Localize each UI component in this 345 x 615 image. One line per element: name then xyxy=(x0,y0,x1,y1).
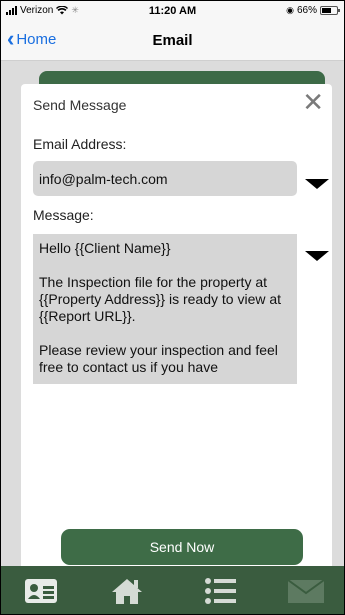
message-line: Please review your inspection and feel f… xyxy=(39,342,278,375)
battery-group: ◉ 66% xyxy=(286,5,340,16)
email-dropdown-arrow-icon[interactable] xyxy=(305,179,329,189)
location-icon: ◉ xyxy=(286,5,294,15)
bottom-tab-bar xyxy=(1,566,344,614)
nav-bar: ‹ Home Email xyxy=(1,21,344,61)
battery-icon xyxy=(320,6,340,15)
message-textarea[interactable]: Hello {{Client Name}} The Inspection fil… xyxy=(33,234,297,384)
dialog-title: Send Message xyxy=(33,97,127,113)
tab-contacts[interactable] xyxy=(21,574,61,608)
list-icon xyxy=(205,578,236,604)
send-now-button[interactable]: Send Now xyxy=(61,529,303,565)
close-icon[interactable]: ✕ xyxy=(302,89,324,115)
tab-home[interactable] xyxy=(107,574,147,608)
app-screen: Verizon ✳ 11:20 AM ◉ 66% ‹ Home Email Se… xyxy=(0,0,345,615)
message-template-dropdown-arrow-icon[interactable] xyxy=(305,251,329,261)
email-address-field[interactable]: info@palm-tech.com xyxy=(33,161,297,196)
battery-percent: 66% xyxy=(296,5,317,16)
mail-icon xyxy=(287,579,325,603)
status-bar: Verizon ✳ 11:20 AM ◉ 66% xyxy=(1,1,344,21)
message-line: The Inspection file for the property at … xyxy=(39,274,282,324)
home-icon xyxy=(112,579,142,604)
tab-list[interactable] xyxy=(201,574,241,608)
tab-mail[interactable] xyxy=(286,574,326,608)
page-title: Email xyxy=(152,32,193,49)
contact-card-icon xyxy=(25,579,57,603)
message-line: Hello {{Client Name}} xyxy=(39,240,171,256)
email-address-label: Email Address: xyxy=(33,136,127,152)
message-label: Message: xyxy=(33,207,94,223)
send-message-dialog: Send Message ✕ Email Address: info@palm-… xyxy=(21,84,332,581)
